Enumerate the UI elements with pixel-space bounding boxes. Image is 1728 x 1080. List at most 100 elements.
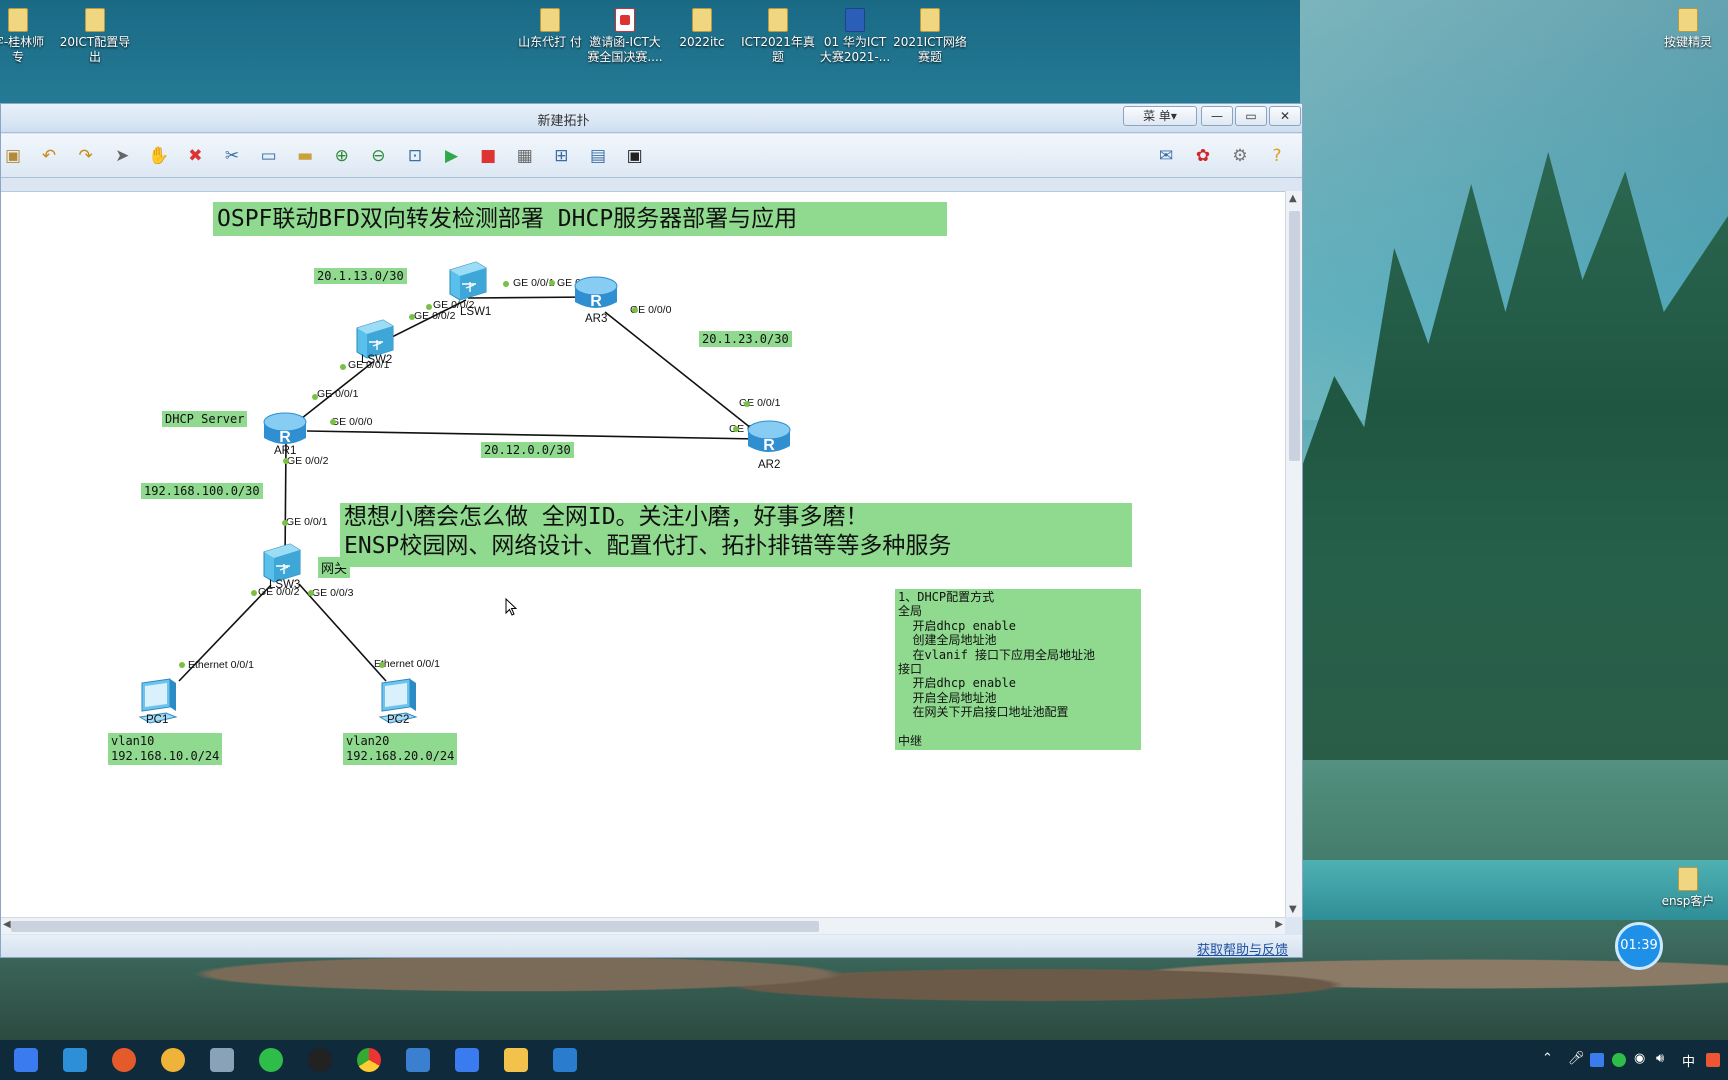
maximize-button[interactable]: ▭: [1235, 106, 1267, 126]
undo-icon[interactable]: ↶: [37, 144, 61, 168]
vertical-scrollbar[interactable]: ▲ ▼: [1285, 191, 1302, 917]
delete-icon[interactable]: ✖: [183, 144, 207, 168]
vertical-scroll-thumb[interactable]: [1289, 211, 1300, 461]
horizontal-scroll-thumb[interactable]: [11, 921, 819, 932]
port-dot: [632, 307, 638, 313]
label-dhcp-server[interactable]: DHCP Server: [162, 411, 248, 427]
switch-lsw1[interactable]: [446, 260, 488, 302]
router-ar3[interactable]: R: [573, 274, 619, 314]
microphone-icon[interactable]: 🎤︎: [1568, 1051, 1585, 1066]
label-pc2-net[interactable]: vlan20 192.168.20.0/24: [343, 733, 458, 765]
desktop-icon-7[interactable]: 01 华为ICT 大赛2021-...: [815, 8, 895, 65]
zoom-out-icon[interactable]: ⊖: [366, 144, 390, 168]
scroll-right-icon[interactable]: ▶: [1275, 919, 1283, 930]
menu-button[interactable]: 菜 单▾: [1123, 106, 1197, 126]
desktop-icon-10[interactable]: ensp客户: [1648, 867, 1728, 909]
input-method-icon[interactable]: [1706, 1053, 1720, 1067]
qq-icon[interactable]: [308, 1048, 332, 1072]
wechat-tray-icon[interactable]: [1612, 1053, 1626, 1067]
ime-indicator[interactable]: 中: [1682, 1051, 1695, 1070]
desktop-icon-9[interactable]: 按键精灵: [1648, 8, 1728, 50]
settings-icon[interactable]: ⚙: [1228, 144, 1252, 168]
label-ar2: AR2: [758, 459, 781, 471]
label-net-100[interactable]: 192.168.100.0/30: [141, 483, 263, 499]
desktop-icon-label: ensp客户: [1661, 894, 1715, 908]
close-button[interactable]: ✕: [1269, 106, 1301, 126]
zoom-in-icon[interactable]: ⊕: [330, 144, 354, 168]
pdf-file-icon: [615, 8, 635, 32]
router-ar1[interactable]: R: [262, 410, 308, 450]
port-dot: [409, 314, 415, 320]
desktop-icon-6[interactable]: ICT2021年真 题: [738, 8, 818, 65]
rectangle-icon[interactable]: ▬: [293, 144, 317, 168]
qq-tray-icon[interactable]: ◉: [1634, 1051, 1645, 1066]
port-lsw3-ge001: GE 0/0/1: [286, 516, 328, 528]
desktop-icon-2[interactable]: 20ICT配置导 出: [55, 8, 135, 65]
switch-lsw3[interactable]: [260, 542, 302, 584]
terminal-icon[interactable]: ▣: [623, 144, 647, 168]
notes-app-icon[interactable]: [14, 1048, 38, 1072]
pc1-subnet: 192.168.10.0/24: [111, 749, 220, 763]
desktop-icon-3[interactable]: 山东代打 付: [510, 8, 590, 50]
dhcp-notes-textbox[interactable]: 1、DHCP配置方式 全局 开启dhcp enable 创建全局地址池 在vla…: [895, 589, 1141, 750]
horizontal-scrollbar[interactable]: ◀ ▶: [1, 917, 1285, 934]
table-icon[interactable]: ▤: [586, 144, 610, 168]
stop-icon[interactable]: ■: [476, 144, 500, 168]
calculator-app-icon[interactable]: [210, 1048, 234, 1072]
desktop-icon-8[interactable]: 2021ICT网络 赛题: [890, 8, 970, 65]
desktop-icon-label: 01 华为ICT 大赛2021-...: [819, 35, 891, 64]
topology-icon[interactable]: ⊞: [549, 144, 573, 168]
desktop-icon-5[interactable]: 2022itc: [662, 8, 742, 50]
fit-icon[interactable]: ⊡: [403, 144, 427, 168]
file-explorer-icon[interactable]: [504, 1048, 528, 1072]
start-icon[interactable]: ▶: [440, 144, 464, 168]
help-icon[interactable]: ?: [1265, 144, 1289, 168]
folder-icon: [85, 8, 105, 32]
volume-icon[interactable]: 🔊︎: [1656, 1051, 1664, 1066]
floating-timer-badge[interactable]: 01:39: [1615, 922, 1663, 970]
label-net-12[interactable]: 20.12.0.0/30: [481, 442, 574, 458]
folder-icon: [8, 8, 28, 32]
desktop-icon-label: 字-桂林师 专: [0, 35, 45, 64]
router-ar2[interactable]: R: [746, 418, 792, 458]
capture-icon[interactable]: ▦: [513, 144, 537, 168]
desktop-icon-1[interactable]: 字-桂林师 专: [0, 8, 58, 65]
chat-icon[interactable]: ✉: [1154, 144, 1178, 168]
search-app-icon[interactable]: [161, 1048, 185, 1072]
wireshark-icon[interactable]: [553, 1048, 577, 1072]
ensp-app-icon[interactable]: [406, 1048, 430, 1072]
pc2-vlan: vlan20: [346, 734, 390, 748]
scroll-up-icon[interactable]: ▲: [1289, 193, 1297, 204]
label-pc2: PC2: [387, 714, 410, 726]
label-lsw2: LSW2: [361, 354, 393, 366]
notes-app-icon-2[interactable]: [455, 1048, 479, 1072]
label-net-13[interactable]: 20.1.13.0/30: [314, 268, 407, 284]
delete-link-icon[interactable]: ✂: [220, 144, 244, 168]
promo-textbox[interactable]: 想想小磨会怎么做 全网ID。关注小磨，好事多磨！ ENSP校园网、网络设计、配置…: [340, 503, 1132, 567]
port-lsw2-ge002: GE 0/0/2: [414, 310, 456, 322]
help-feedback-link[interactable]: 获取帮助与反馈: [1197, 939, 1288, 958]
topology-title[interactable]: OSPF联动BFD双向转发检测部署 DHCP服务器部署与应用: [213, 202, 947, 236]
label-pc1-net[interactable]: vlan10 192.168.10.0/24: [108, 733, 223, 765]
minimize-button[interactable]: —: [1201, 106, 1233, 126]
save-icon[interactable]: ▣: [1, 144, 25, 168]
topology-canvas[interactable]: OSPF联动BFD双向转发检测部署 DHCP服务器部署与应用 20.1.13.0…: [1, 191, 1285, 917]
scroll-left-icon[interactable]: ◀: [3, 919, 11, 930]
huawei-icon[interactable]: ✿: [1191, 144, 1215, 168]
redo-icon[interactable]: ↷: [74, 144, 98, 168]
tray-app-icon[interactable]: [1590, 1053, 1604, 1067]
desktop-icon-4[interactable]: 邀请函-ICT大 赛全国决赛....: [585, 8, 665, 65]
g-app-icon[interactable]: [112, 1048, 136, 1072]
hand-icon[interactable]: ✋: [147, 144, 171, 168]
chevron-up-icon[interactable]: ⌃: [1542, 1051, 1553, 1066]
folder-icon: [540, 8, 560, 32]
select-icon[interactable]: ➤: [110, 144, 134, 168]
wechat-icon[interactable]: [259, 1048, 283, 1072]
text-icon[interactable]: ▭: [257, 144, 281, 168]
window-titlebar[interactable]: 新建拓扑 菜 单▾ — ▭ ✕: [1, 104, 1302, 133]
chrome-icon[interactable]: [357, 1048, 381, 1072]
link-ar1-ar2[interactable]: [306, 430, 759, 440]
window-app-icon[interactable]: [63, 1048, 87, 1072]
scroll-down-icon[interactable]: ▼: [1289, 904, 1297, 915]
label-net-23[interactable]: 20.1.23.0/30: [699, 331, 792, 347]
